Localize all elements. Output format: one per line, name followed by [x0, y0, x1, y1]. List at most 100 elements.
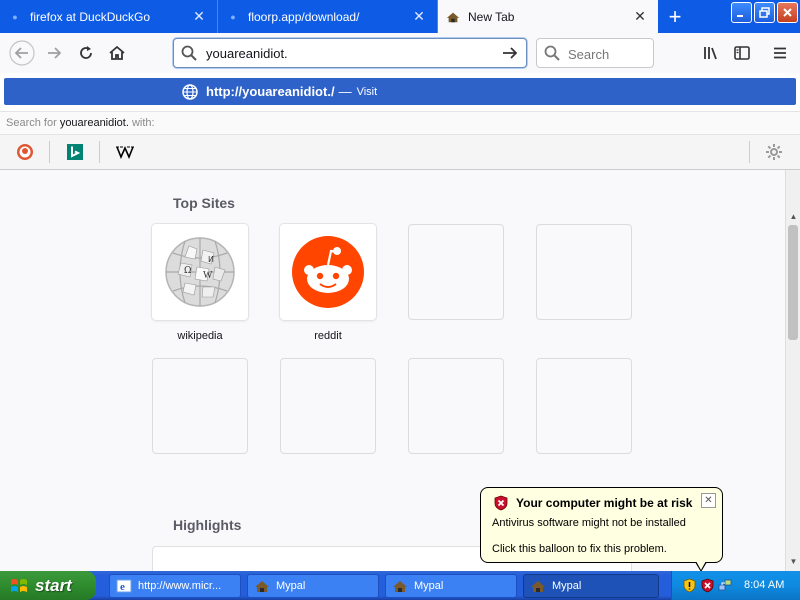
close-window-button[interactable] [777, 2, 798, 23]
home-button[interactable] [103, 39, 131, 67]
gear-icon [766, 144, 782, 160]
forward-button[interactable] [40, 39, 68, 67]
go-arrow-icon[interactable] [500, 43, 520, 63]
wikipedia-globe-icon: W Ω И [165, 237, 235, 307]
back-button[interactable] [7, 39, 37, 67]
security-balloon[interactable]: Your computer might be at risk ✕ Antivir… [480, 487, 723, 563]
top-site-tile-empty[interactable] [536, 224, 632, 320]
security-center-shield-icon[interactable] [682, 578, 697, 593]
top-site-tile-empty[interactable] [408, 358, 504, 454]
tab-favicon-icon: ● [230, 11, 236, 22]
mypal-icon [255, 581, 269, 592]
search-icon [181, 45, 197, 61]
sidebar-button[interactable] [728, 39, 756, 67]
reload-button[interactable] [72, 39, 100, 67]
top-site-tile-empty[interactable] [408, 224, 504, 320]
taskbar-button-mypal-active[interactable]: Mypal [523, 574, 659, 598]
system-tray: 8:04 AM [671, 571, 800, 600]
search-engine-row [0, 135, 800, 170]
wikipedia-w-icon [116, 146, 134, 159]
engine-divider [49, 141, 50, 163]
suggestion-action: Visit [356, 85, 378, 98]
tab-title: New Tab [468, 9, 515, 24]
tab-title: firefox at DuckDuckGo [30, 9, 151, 24]
network-icon[interactable] [718, 578, 733, 593]
taskbar: start e http://www.micr... Mypal Mypal M… [0, 571, 800, 600]
top-site-tile-reddit[interactable] [280, 224, 376, 320]
search-settings-button[interactable] [763, 141, 785, 163]
engine-divider [99, 141, 100, 163]
library-icon [704, 47, 717, 60]
page-scrollbar[interactable]: ▲ ▼ [785, 170, 800, 571]
tab-floorp-download[interactable]: ● floorp.app/download/ ✕ [218, 0, 438, 33]
svg-text:e: e [120, 581, 125, 593]
wikipedia-engine-button[interactable] [114, 141, 136, 163]
tab-title: floorp.app/download/ [248, 9, 360, 24]
start-button[interactable]: start [0, 571, 96, 600]
globe-icon [182, 83, 198, 100]
top-site-tile-wikipedia[interactable]: W Ω И [152, 224, 248, 320]
mypal-icon [531, 581, 545, 592]
highlights-heading: Highlights [173, 517, 242, 533]
taskbar-button-ie[interactable]: e http://www.micr... [109, 574, 241, 598]
svg-text:И: И [208, 255, 214, 264]
top-site-tile-empty[interactable] [152, 358, 248, 454]
mypal-icon [393, 581, 407, 592]
top-sites-heading: Top Sites [173, 195, 235, 211]
top-site-label: reddit [314, 330, 342, 342]
engine-divider [749, 141, 750, 163]
library-button[interactable] [697, 39, 725, 67]
search-for-suffix: with: [131, 117, 155, 129]
tab-new-tab[interactable]: New Tab ✕ [438, 0, 658, 33]
search-icon [544, 45, 560, 61]
balloon-instruction: Click this balloon to fix this problem. [492, 543, 667, 555]
urlbar-dropdown: http://youareanidiot./ — Visit Search fo… [0, 73, 800, 170]
search-bar[interactable]: Search [536, 38, 654, 68]
duckduckgo-engine-button[interactable] [14, 141, 36, 163]
taskbar-button-mypal[interactable]: Mypal [385, 574, 517, 598]
close-tab-icon[interactable]: ✕ [411, 8, 427, 25]
taskbar-button-mypal[interactable]: Mypal [247, 574, 379, 598]
minimize-button[interactable] [731, 2, 752, 23]
scrollbar-thumb[interactable] [788, 225, 798, 340]
taskbar-button-label: http://www.micr... [138, 580, 222, 592]
suggestion-separator: — [338, 84, 352, 99]
taskbar-button-label: Mypal [276, 580, 306, 592]
hamburger-menu-icon [774, 47, 786, 59]
bing-icon [67, 144, 83, 160]
security-shield-icon [494, 495, 508, 511]
windows-logo-icon [11, 578, 27, 592]
duckduckgo-icon [17, 144, 33, 160]
close-icon[interactable]: ✕ [701, 493, 716, 508]
security-alert-icon[interactable] [700, 578, 715, 593]
scroll-down-arrow-icon[interactable]: ▼ [788, 555, 799, 567]
url-bar-text[interactable]: youareanidiot. [206, 46, 288, 61]
top-site-tile-empty[interactable] [536, 358, 632, 454]
top-site-label: wikipedia [177, 330, 223, 342]
close-tab-icon[interactable]: ✕ [191, 8, 207, 25]
scroll-up-arrow-icon[interactable]: ▲ [788, 210, 799, 222]
tab-duckduckgo[interactable]: ● firefox at DuckDuckGo ✕ [0, 0, 218, 33]
sidebar-icon [734, 46, 750, 60]
top-site-tile-empty[interactable] [280, 358, 376, 454]
navigation-toolbar: youareanidiot. Search [0, 33, 800, 73]
close-tab-icon[interactable]: ✕ [632, 8, 648, 25]
balloon-tail-fill [696, 561, 706, 570]
tab-favicon-icon [446, 10, 460, 24]
clock: 8:04 AM [744, 579, 785, 591]
tab-favicon-icon: ● [12, 11, 18, 22]
url-suggestion-row[interactable]: http://youareanidiot./ — Visit [4, 78, 796, 105]
taskbar-button-label: Mypal [552, 580, 582, 592]
restore-button[interactable] [754, 2, 775, 23]
url-bar[interactable]: youareanidiot. [173, 38, 527, 68]
search-for-prefix: Search for [6, 117, 57, 129]
search-for-row: Search for youareanidiot. with: [0, 111, 800, 135]
reddit-alien-icon [292, 236, 364, 308]
internet-explorer-icon: e [116, 579, 132, 593]
bing-engine-button[interactable] [64, 141, 86, 163]
search-for-term: youareanidiot. [59, 117, 129, 129]
menu-button[interactable] [766, 39, 794, 67]
start-label: start [35, 575, 72, 595]
new-tab-button[interactable]: + [662, 4, 688, 29]
svg-text:W: W [203, 270, 213, 281]
